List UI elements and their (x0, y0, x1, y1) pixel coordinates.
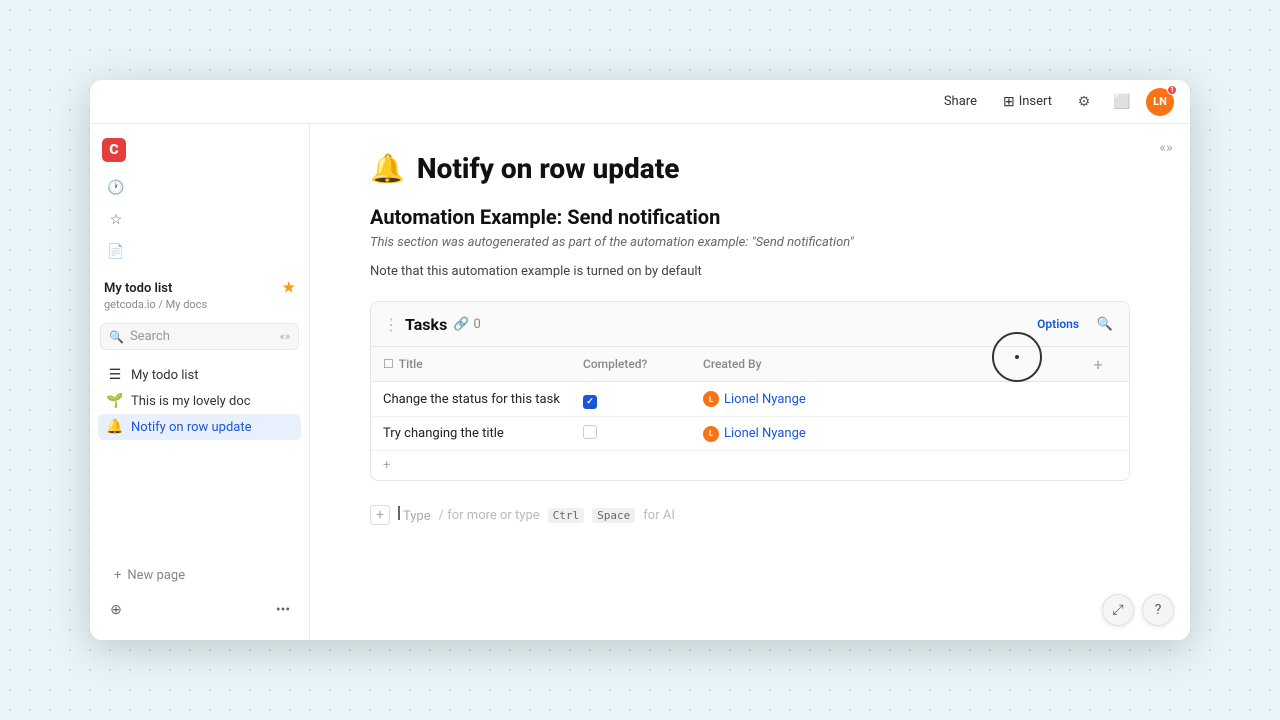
plus-icon: + (114, 568, 121, 583)
coda-logo[interactable]: C (102, 138, 126, 162)
page-title: Notify on row update (417, 152, 680, 185)
workspace-path: getcoda.io / My docs (104, 298, 295, 311)
avatar[interactable]: LN 1 (1146, 88, 1174, 116)
section-note: Note that this automation example is tur… (370, 264, 1130, 279)
avatar-badge: 1 (1167, 85, 1177, 95)
share-button[interactable]: Share (936, 90, 985, 113)
search-bar[interactable]: 🔍 Search «» (100, 323, 299, 350)
content-area: «» 🔔 Notify on row update Automation Exa… (310, 124, 1190, 640)
add-row-button[interactable]: + (371, 451, 1129, 480)
sidebar: C 🕐 ☆ 📄 My todo list ★ getcoda.io / My d… (90, 124, 310, 640)
type-bar: + Type / for more or type Ctrl Space for… (370, 497, 1130, 533)
collapse-sidebar-button[interactable]: «» (1154, 136, 1178, 160)
workspace-info: My todo list ★ getcoda.io / My docs (90, 272, 309, 315)
drag-handle-icon[interactable]: ⋮ (383, 315, 399, 334)
tasks-header: ⋮ Tasks 🔗 0 Options 🔍 (371, 302, 1129, 347)
col-header-completed: Completed? (583, 353, 703, 375)
task-checkbox-checked[interactable] (583, 395, 597, 409)
table-search-icon-button[interactable]: 🔍 (1093, 312, 1117, 336)
table-row: Try changing the title L Lionel Nyange (371, 417, 1129, 451)
expand-icon: ⤢ (1112, 602, 1123, 618)
add-icon-button[interactable]: ⊕ (102, 596, 130, 624)
task-title-cell: Change the status for this task (383, 392, 583, 407)
plant-icon: 🌱 (106, 393, 124, 409)
type-cursor: Type (398, 506, 431, 524)
search-icon: 🔍 (109, 330, 124, 344)
checkbox-icon: ☐ (383, 357, 394, 371)
table-col-headers: ☐ Title Completed? Created By + (371, 347, 1129, 382)
add-column-button[interactable]: + (1087, 353, 1109, 375)
sidebar-icon-group: 🕐 ☆ 📄 (90, 168, 309, 272)
section-subtitle: This section was autogenerated as part o… (370, 235, 1130, 250)
settings-icon-button[interactable]: ⚙ (1070, 88, 1098, 116)
task-created-by-cell[interactable]: L Lionel Nyange (703, 426, 1087, 442)
section-heading: Automation Example: Send notification (370, 205, 1130, 229)
search-placeholder: Search (130, 329, 170, 344)
table-row: Change the status for this task L Lionel… (371, 382, 1129, 417)
list-icon: ☰ (106, 367, 124, 383)
new-page-button[interactable]: + New page (98, 563, 301, 588)
user-avatar-small: L (703, 391, 719, 407)
nav-items: ☰ My todo list 🌱 This is my lovely doc 🔔… (90, 358, 309, 563)
page-emoji: 🔔 (370, 152, 405, 185)
main-layout: C 🕐 ☆ 📄 My todo list ★ getcoda.io / My d… (90, 124, 1190, 640)
history-icon-button[interactable]: 🕐 (102, 174, 130, 202)
collapse-search-icon[interactable]: «» (280, 330, 290, 343)
task-created-by-cell[interactable]: L Lionel Nyange (703, 391, 1087, 407)
task-checkbox-unchecked[interactable] (583, 425, 597, 439)
tasks-table-container: ⋮ Tasks 🔗 0 Options 🔍 (370, 301, 1130, 481)
sidebar-item-notify-on-row-update[interactable]: 🔔 Notify on row update (98, 414, 301, 440)
star-favorite-icon[interactable]: ★ (282, 280, 295, 296)
task-completed-cell (583, 424, 703, 443)
type-bar-plus-button[interactable]: + (370, 505, 390, 525)
help-float-button[interactable]: ? (1142, 594, 1174, 626)
options-button[interactable]: Options (1031, 314, 1085, 334)
sidebar-bottom: ⊕ ••• (90, 588, 309, 632)
star-icon-button[interactable]: ☆ (102, 206, 130, 234)
link-icon: 🔗 0 (453, 317, 481, 332)
user-avatar-small: L (703, 426, 719, 442)
insert-button[interactable]: ⊞ Insert (995, 90, 1060, 114)
workspace-name: My todo list (104, 281, 172, 296)
sidebar-item-this-is-my-lovely-doc[interactable]: 🌱 This is my lovely doc (98, 388, 301, 414)
type-bar-hint1: / for more or type (439, 508, 540, 523)
tasks-header-actions: Options 🔍 (1031, 312, 1117, 336)
help-icon: ? (1155, 602, 1162, 618)
expand-float-button[interactable]: ⤢ (1102, 594, 1134, 626)
top-bar: Share ⊞ Insert ⚙ ⬜ LN 1 (90, 80, 1190, 124)
page-title-area: 🔔 Notify on row update (370, 152, 1130, 185)
page-icon-button[interactable]: 📄 (102, 238, 130, 266)
col-header-created-by: Created By (703, 353, 1087, 375)
task-title-cell: Try changing the title (383, 426, 583, 441)
expand-icon-button[interactable]: ⬜ (1108, 88, 1136, 116)
bottom-float-buttons: ⤢ ? (1102, 594, 1174, 626)
top-bar-actions: Share ⊞ Insert ⚙ ⬜ LN 1 (936, 88, 1174, 116)
bell-icon: 🔔 (106, 419, 124, 435)
type-bar-space: Space (592, 508, 635, 523)
tasks-table: ☐ Title Completed? Created By + Change t… (371, 347, 1129, 480)
tasks-title: Tasks (405, 315, 447, 334)
grid-icon: ⊞ (1003, 94, 1015, 110)
col-header-title: ☐ Title (383, 353, 583, 375)
sidebar-top: C (90, 132, 309, 168)
plus-icon: + (383, 458, 390, 473)
more-options-button[interactable]: ••• (269, 596, 297, 624)
task-completed-cell (583, 389, 703, 409)
sidebar-item-my-todo-list[interactable]: ☰ My todo list (98, 362, 301, 388)
type-bar-ctrl: Ctrl (548, 508, 585, 523)
type-bar-hint2: for AI (643, 508, 675, 523)
